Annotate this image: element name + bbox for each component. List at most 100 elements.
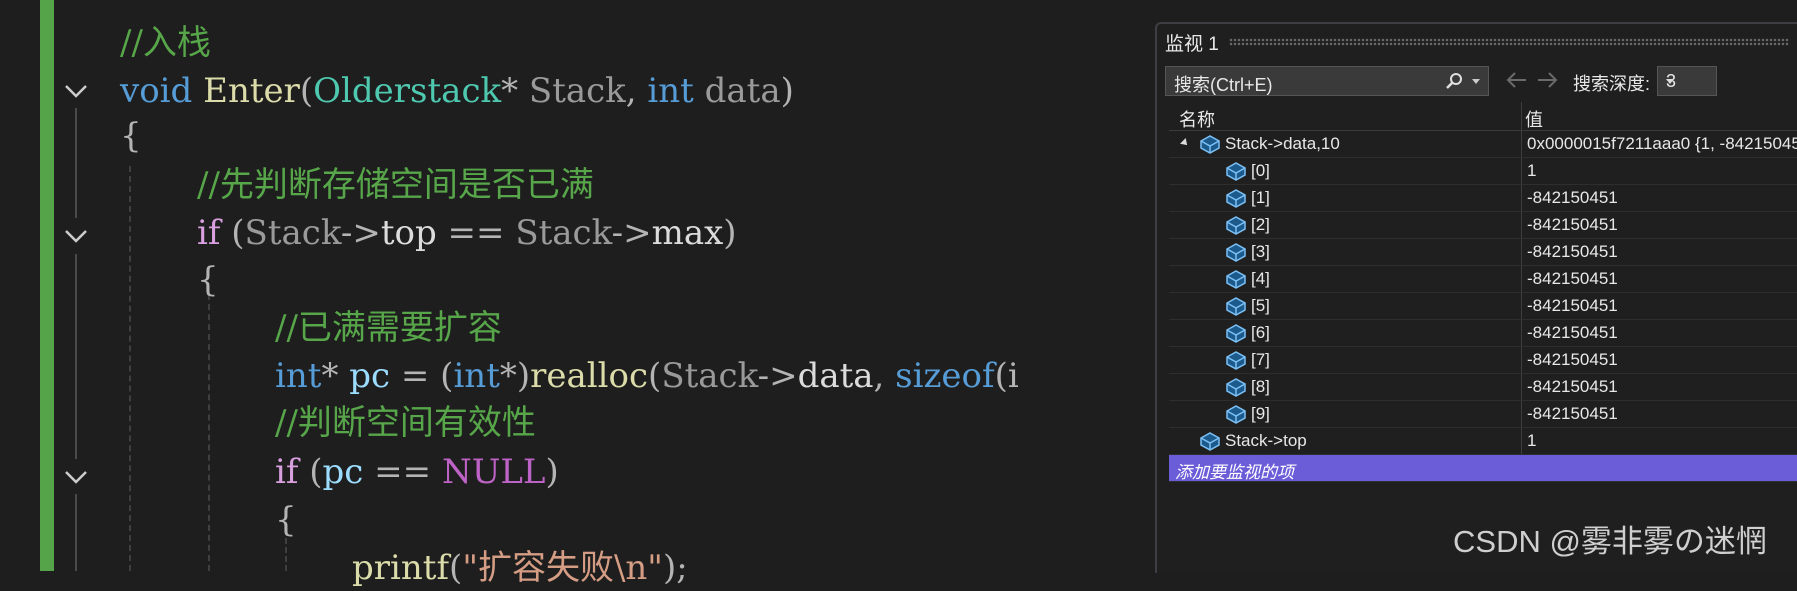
chevron-down-icon[interactable] <box>1666 79 1674 84</box>
watch-row[interactable]: Stack->data,10 0x0000015f7211aaa0 {1, -8… <box>1169 131 1797 158</box>
variable-icon <box>1225 215 1247 240</box>
code-line-realloc: int* pc = (int*)realloc(Stack->data, siz… <box>275 353 1019 399</box>
code-comment: //先判断存储空间是否已满 <box>197 165 594 205</box>
column-header-value[interactable]: 值 <box>1525 106 1543 132</box>
watch-row[interactable]: [4] -842150451 <box>1169 266 1797 293</box>
punctuation: ) <box>723 213 737 253</box>
watch-row[interactable]: [8] -842150451 <box>1169 374 1797 401</box>
operator: -> <box>611 213 652 253</box>
watch-row[interactable]: Stack->top 1 <box>1169 428 1797 455</box>
macro-null: NULL <box>441 452 546 492</box>
watch-row[interactable]: [9] -842150451 <box>1169 401 1797 428</box>
column-header-name[interactable]: 名称 <box>1179 106 1215 132</box>
watch-row-value[interactable]: 1 <box>1527 431 1536 451</box>
code-line-comment: //入栈 <box>120 20 211 66</box>
search-options-dropdown-icon[interactable] <box>1472 79 1480 84</box>
watch-grid-header: 名称 值 <box>1169 102 1797 131</box>
function-name: printf <box>352 548 450 588</box>
watch-window: 监视 1 搜索(Ctrl+E) 搜索深度: 3 名称 值 Stack->data… <box>1155 22 1797 573</box>
parameter-name: Stack <box>518 71 626 111</box>
watch-row-value[interactable]: -842150451 <box>1527 269 1618 289</box>
code-line-comment: //判断空间有效性 <box>275 400 536 446</box>
brace: { <box>120 116 142 156</box>
keyword-void: void <box>120 71 193 111</box>
code-line-if: if (Stack->top == Stack->max) <box>197 210 737 256</box>
fold-chevron-icon[interactable] <box>62 222 90 250</box>
operator: -> <box>757 356 798 396</box>
watch-row[interactable]: [6] -842150451 <box>1169 320 1797 347</box>
watch-title-bar[interactable]: 监视 1 <box>1157 24 1797 60</box>
indent-guide <box>208 294 210 571</box>
watch-row-name: [5] <box>1251 296 1270 315</box>
local-variable: pc <box>322 452 364 492</box>
variable-icon <box>1199 134 1221 159</box>
watch-row-value[interactable]: -842150451 <box>1527 215 1618 235</box>
search-depth-select[interactable]: 3 <box>1657 66 1717 96</box>
watch-row-value[interactable]: 0x0000015f7211aaa0 {1, -84215045 <box>1527 134 1797 154</box>
punctuation: ); <box>662 548 688 588</box>
fold-chevron-icon[interactable] <box>62 463 90 491</box>
watch-grid: 名称 值 Stack->data,10 0x0000015f7211aaa0 {… <box>1169 102 1797 482</box>
line-gutter <box>0 0 40 571</box>
drag-grip[interactable] <box>1228 38 1789 46</box>
variable-icon <box>1225 188 1247 213</box>
function-name: Enter <box>203 71 300 111</box>
watch-row-value[interactable]: -842150451 <box>1527 323 1618 343</box>
expand-triangle-icon[interactable] <box>1180 138 1190 148</box>
punctuation: ( <box>299 71 314 111</box>
watch-row-value[interactable]: -842150451 <box>1527 350 1618 370</box>
operator: -> <box>340 213 381 253</box>
local-variable: pc <box>338 356 391 396</box>
watch-row-value[interactable]: -842150451 <box>1527 188 1618 208</box>
watch-row-value[interactable]: -842150451 <box>1527 242 1618 262</box>
punctuation: ) <box>545 452 559 492</box>
forward-arrow-icon[interactable] <box>1535 70 1559 95</box>
variable-icon <box>1225 269 1247 294</box>
keyword-sizeof: sizeof <box>895 356 995 396</box>
fold-region-line <box>75 108 77 218</box>
punctuation: , <box>873 356 896 396</box>
code-line-brace: { <box>197 257 219 303</box>
add-watch-item-row[interactable]: 添加要监视的项 <box>1169 455 1797 482</box>
add-watch-item-label[interactable]: 添加要监视的项 <box>1175 458 1294 483</box>
watch-row-name: [4] <box>1251 269 1270 288</box>
parameter-name: data <box>693 71 781 111</box>
search-icon[interactable] <box>1444 72 1464 97</box>
watch-row-name: [8] <box>1251 377 1270 396</box>
watch-row-name: [6] <box>1251 323 1270 342</box>
watch-row[interactable]: [3] -842150451 <box>1169 239 1797 266</box>
watch-row[interactable]: [0] 1 <box>1169 158 1797 185</box>
member-name: max <box>651 213 724 253</box>
variable-icon <box>1225 296 1247 321</box>
pointer-star: * <box>321 356 339 396</box>
operator: == <box>436 213 516 253</box>
change-indicator-bar <box>40 0 54 571</box>
watch-row-name: Stack->data,10 <box>1225 134 1340 153</box>
watch-row[interactable]: [5] -842150451 <box>1169 293 1797 320</box>
punctuation: ) <box>516 356 531 396</box>
parameter-name: Stack <box>661 356 758 396</box>
fold-region-line <box>75 254 77 459</box>
function-name: realloc <box>530 356 649 396</box>
code-line-brace: { <box>120 113 142 159</box>
watch-row-name: [0] <box>1251 161 1270 180</box>
brace: { <box>275 500 297 540</box>
watch-title: 监视 1 <box>1165 33 1219 55</box>
fold-chevron-icon[interactable] <box>62 77 90 105</box>
watch-row-value[interactable]: -842150451 <box>1527 404 1618 424</box>
back-arrow-icon[interactable] <box>1505 70 1529 95</box>
keyword-int: int <box>647 71 694 111</box>
punctuation: , <box>625 71 648 111</box>
search-input[interactable]: 搜索(Ctrl+E) <box>1165 66 1489 96</box>
keyword-if: if <box>275 452 299 492</box>
watch-row-value[interactable]: -842150451 <box>1527 296 1618 316</box>
watch-row[interactable]: [2] -842150451 <box>1169 212 1797 239</box>
watch-row[interactable]: [7] -842150451 <box>1169 347 1797 374</box>
watch-row-value[interactable]: -842150451 <box>1527 377 1618 397</box>
watch-row[interactable]: [1] -842150451 <box>1169 185 1797 212</box>
operator: == <box>363 452 442 492</box>
watch-toolbar: 搜索(Ctrl+E) 搜索深度: 3 <box>1157 64 1797 100</box>
watch-row-name: [3] <box>1251 242 1270 261</box>
pointer-star: * <box>501 71 519 111</box>
watch-row-value[interactable]: 1 <box>1527 161 1536 181</box>
